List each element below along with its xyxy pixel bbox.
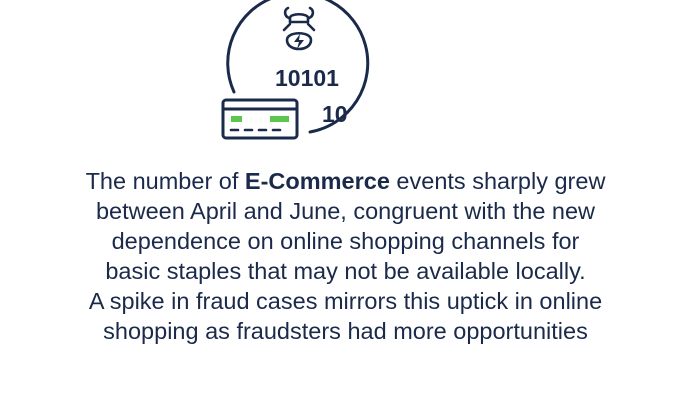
binary-top: 10101 (275, 65, 339, 91)
credit-card-icon (221, 98, 299, 140)
description-paragraph: The number of E-Commerce events sharply … (0, 166, 691, 346)
ecommerce-fraud-icon: 10101 10 (218, 0, 380, 140)
highlight-ecommerce: E-Commerce (244, 168, 390, 194)
paragraph-line-3: dependence on online shopping channels f… (111, 228, 580, 254)
paragraph-line-1: The number of E-Commerce events sharply … (85, 168, 606, 194)
paragraph-line-6: shopping as fraudsters had more opportun… (103, 318, 588, 344)
lightning-icon (294, 34, 304, 49)
paragraph-line-5: A spike in fraud cases mirrors this upti… (88, 288, 603, 314)
paragraph-line-2: between April and June, congruent with t… (95, 198, 596, 224)
binary-bottom: 10 (322, 101, 348, 127)
paragraph-line-4: basic staples that may not be available … (105, 258, 586, 284)
